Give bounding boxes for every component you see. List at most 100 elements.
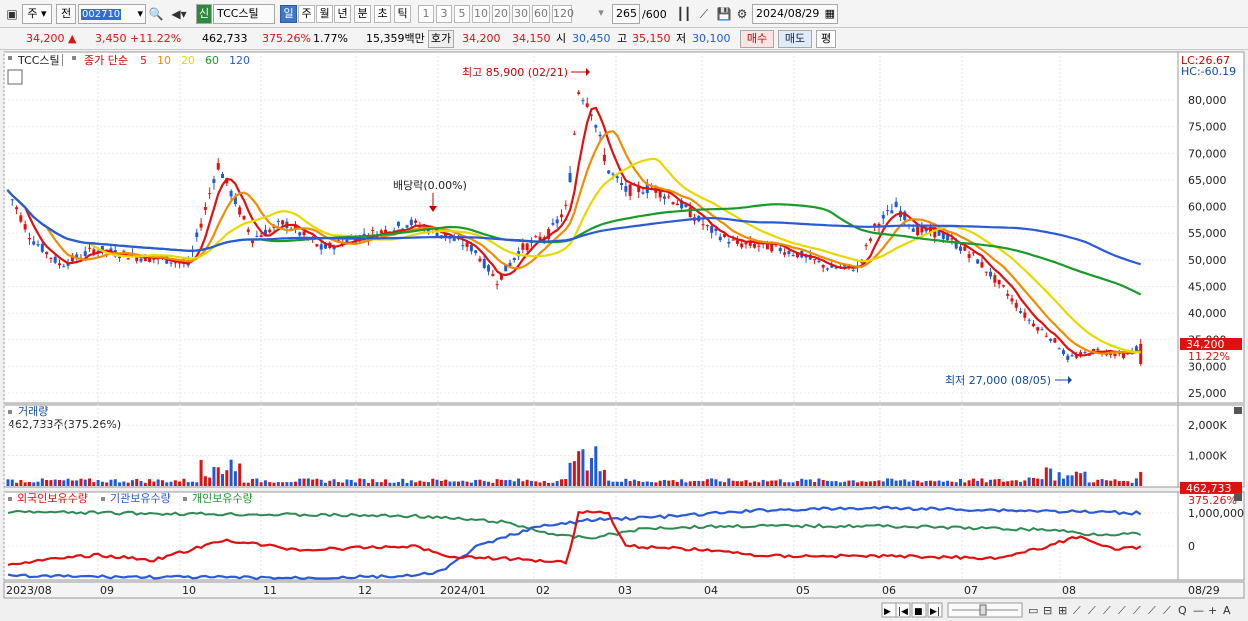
- buy-button[interactable]: 매수: [740, 30, 774, 48]
- interval-button-1[interactable]: 1: [418, 5, 434, 23]
- volume-bar: [1104, 480, 1108, 486]
- candle-body: [559, 214, 563, 218]
- candle-body: [813, 259, 817, 261]
- period-button-1[interactable]: 주: [298, 5, 315, 23]
- volume-bar: [349, 479, 353, 486]
- candle-body: [787, 251, 791, 254]
- count-input[interactable]: 265: [612, 4, 640, 24]
- period-button-5[interactable]: 초: [374, 5, 391, 23]
- volume-bar: [345, 479, 349, 486]
- interval-button-30[interactable]: 30: [512, 5, 530, 23]
- calendar-icon[interactable]: ▦: [825, 5, 837, 23]
- candle-body: [598, 134, 602, 137]
- candle-body: [208, 193, 212, 195]
- candle-type-icon[interactable]: ┃┃: [676, 6, 692, 22]
- volume-tick-label: 2,000K: [1188, 419, 1227, 432]
- candle-body: [216, 163, 220, 170]
- x-tick-label: 07: [964, 584, 978, 597]
- stock-code-input[interactable]: 002710 ▾: [78, 4, 146, 24]
- interval-button-3[interactable]: 3: [436, 5, 452, 23]
- volume-bar: [680, 479, 684, 486]
- hc-label: HC:-60.19: [1181, 65, 1236, 78]
- volume-bar: [499, 479, 503, 486]
- period-button-6[interactable]: 틱: [394, 5, 411, 23]
- y-tick-label: 70,000: [1188, 147, 1227, 160]
- zoom-thumb: [979, 604, 987, 616]
- volume-bar: [27, 481, 31, 486]
- x-tick-label: 03: [618, 584, 632, 597]
- volume-bar: [388, 482, 392, 486]
- interval-button-5[interactable]: 5: [454, 5, 470, 23]
- volume-bar: [1074, 471, 1078, 486]
- volume-bar: [371, 479, 375, 486]
- candle-body: [474, 250, 478, 254]
- period-button-0[interactable]: 일: [280, 5, 297, 23]
- volume-bar: [285, 482, 289, 486]
- candle-body: [195, 232, 199, 238]
- volume-bar: [229, 459, 233, 486]
- search-icon[interactable]: 🔍: [148, 6, 164, 22]
- dividend-annotation: 배당락(0.00%): [393, 179, 467, 192]
- window-menu-icon[interactable]: ▣: [4, 6, 20, 22]
- volume-bar: [590, 457, 594, 486]
- interval-button-20[interactable]: 20: [492, 5, 510, 23]
- period-button-3[interactable]: 년: [334, 5, 351, 23]
- x-end-label: 08/29: [1188, 584, 1220, 597]
- draw-tool-icon[interactable]: ⟋: [696, 6, 712, 22]
- volume-bar: [233, 471, 237, 486]
- candle-body: [671, 202, 675, 205]
- volume-bar: [70, 480, 74, 486]
- chart-tool-icon: —: [1193, 604, 1204, 617]
- candle-body: [83, 251, 87, 256]
- candle-body: [993, 275, 997, 283]
- date-input[interactable]: 2024/08/29 ▦: [752, 4, 838, 24]
- volume-bar: [88, 478, 92, 486]
- candle-body: [740, 243, 744, 248]
- gear-icon[interactable]: ⚙: [734, 6, 750, 22]
- mode-select[interactable]: 전: [56, 4, 76, 24]
- save-icon[interactable]: 💾: [716, 6, 732, 22]
- candle-body: [1006, 293, 1010, 296]
- volume-bar: [109, 479, 113, 486]
- volume-bar: [143, 482, 147, 486]
- volume-bar: [1019, 482, 1023, 486]
- market-select[interactable]: 주 ▾: [22, 4, 52, 24]
- candle-body: [1139, 343, 1143, 364]
- candle-body: [594, 125, 598, 128]
- ma-period-label: 20: [181, 54, 195, 67]
- interval-button-120[interactable]: 120: [552, 5, 574, 23]
- y-tick-label: 75,000: [1188, 121, 1227, 134]
- volume-bar: [632, 479, 636, 486]
- ma-period-label: 120: [229, 54, 250, 67]
- y-tick-label: 60,000: [1188, 201, 1227, 214]
- period-button-4[interactable]: 분: [354, 5, 371, 23]
- interval-button-10[interactable]: 10: [472, 5, 490, 23]
- volume-bar: [529, 481, 533, 486]
- chevron-down-icon[interactable]: ▾: [137, 5, 145, 23]
- candle-body: [255, 235, 259, 237]
- volume-bar: [547, 482, 551, 486]
- volume-bar: [886, 478, 890, 486]
- volume-rate: 375.26%: [262, 32, 311, 45]
- stock-chart[interactable]: 2023/08 09 10 11 12 2024/01 02 03 04 05 06 07 08 08/2…: [0, 50, 1248, 621]
- volume-bar: [281, 482, 285, 486]
- volume-bar: [941, 481, 945, 486]
- candle-body: [242, 215, 246, 220]
- avg-button[interactable]: 평: [816, 30, 836, 48]
- interval-dropdown-icon[interactable]: ▾: [594, 4, 608, 24]
- candle-body: [611, 173, 615, 175]
- volume-bar: [311, 479, 315, 486]
- holding-legend: 개인보유수량: [192, 492, 253, 505]
- speaker-icon[interactable]: ◀▾: [166, 6, 192, 22]
- volume-bar: [1027, 477, 1031, 486]
- period-button-2[interactable]: 월: [316, 5, 333, 23]
- volume-bar: [1122, 480, 1126, 486]
- ma-period-label: 10: [157, 54, 171, 67]
- sell-button[interactable]: 매도: [778, 30, 812, 48]
- volume-bar: [568, 462, 572, 486]
- volume-bar: [950, 481, 954, 486]
- interval-button-60[interactable]: 60: [532, 5, 550, 23]
- candle-body: [1023, 312, 1027, 318]
- y-tick-label: 25,000: [1188, 387, 1227, 400]
- volume-bar: [79, 478, 83, 486]
